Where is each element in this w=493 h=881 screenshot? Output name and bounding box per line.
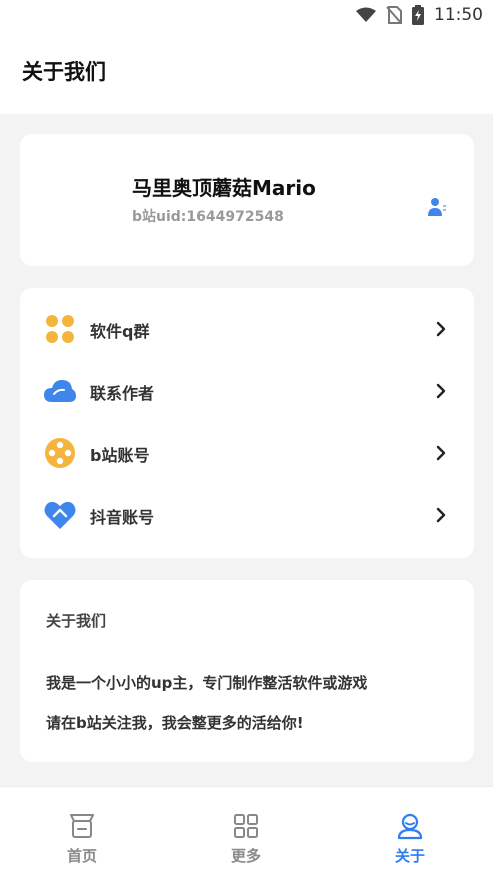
- film-reel-icon: [42, 435, 78, 471]
- home-icon: [67, 811, 97, 841]
- app-header: 关于我们: [0, 30, 493, 114]
- link-label: 抖音账号: [90, 508, 155, 527]
- chevron-right-icon: [434, 444, 448, 462]
- nav-label: 首页: [66, 847, 97, 865]
- user-card-icon[interactable]: [426, 196, 448, 218]
- wifi-icon: [356, 7, 376, 23]
- nav-label: 更多: [230, 847, 261, 865]
- chevron-right-icon: [434, 506, 448, 524]
- heart-icon: [42, 497, 78, 533]
- status-time: 11:50: [434, 5, 483, 25]
- cloud-icon: [42, 373, 78, 409]
- about-heading: 关于我们: [46, 612, 107, 630]
- nav-about[interactable]: 关于: [328, 787, 492, 881]
- link-bilibili-account[interactable]: b站账号: [20, 422, 474, 484]
- nav-home[interactable]: 首页: [0, 787, 164, 881]
- bottom-nav: 首页 更多 关于: [0, 786, 493, 881]
- chevron-right-icon: [434, 320, 448, 338]
- link-label: 联系作者: [90, 384, 155, 403]
- clover-icon: [42, 311, 78, 347]
- profile-uid: b站uid:1644972548: [132, 209, 284, 225]
- status-bar: 11:50: [0, 0, 493, 30]
- nav-more[interactable]: 更多: [164, 787, 328, 881]
- profile-card: 马里奥顶蘑菇Mario b站uid:1644972548: [20, 134, 474, 266]
- about-text-line: 我是一个小小的up主，专门制作整活软件或游戏: [46, 674, 368, 692]
- link-contact-author[interactable]: 联系作者: [20, 360, 474, 422]
- link-qq-group[interactable]: 软件q群: [20, 298, 474, 360]
- about-text-line: 请在b站关注我，我会整更多的活给你!: [46, 714, 304, 732]
- chevron-right-icon: [434, 382, 448, 400]
- page-title: 关于我们: [22, 60, 106, 84]
- person-icon: [395, 811, 425, 841]
- link-label: b站账号: [90, 446, 150, 465]
- link-label: 软件q群: [90, 322, 150, 341]
- no-sim-icon: [386, 6, 402, 24]
- grid-icon: [231, 811, 261, 841]
- battery-charging-icon: [412, 5, 424, 25]
- about-card: 关于我们 我是一个小小的up主，专门制作整活软件或游戏 请在b站关注我，我会整更…: [20, 580, 474, 762]
- nav-label: 关于: [394, 847, 425, 865]
- profile-name: 马里奥顶蘑菇Mario: [132, 176, 316, 200]
- links-card: 软件q群 联系作者 b站账号 抖音账号: [20, 288, 474, 558]
- link-douyin-account[interactable]: 抖音账号: [20, 484, 474, 546]
